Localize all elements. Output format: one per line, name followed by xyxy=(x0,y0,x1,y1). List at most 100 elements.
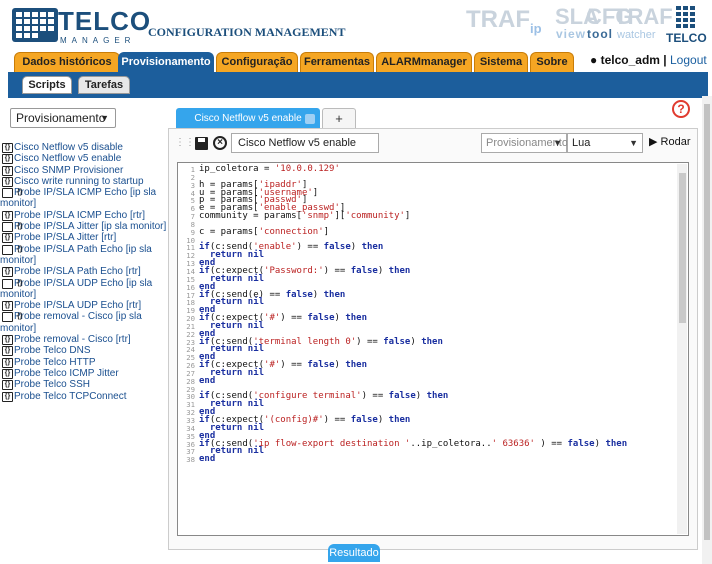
code-line[interactable]: return nil xyxy=(199,368,679,378)
script-list-item[interactable]: {} Probe IP/SLA ICMP Echo [ip sla monitor… xyxy=(0,187,168,210)
code-line[interactable]: return nil xyxy=(199,400,679,409)
script-icon: {} xyxy=(2,312,22,323)
delete-icon[interactable]: × xyxy=(213,136,227,150)
chevron-down-icon: ▼ xyxy=(100,113,109,123)
script-list-item[interactable]: {} Probe IP/SLA UDP Echo [ip sla monitor] xyxy=(0,278,168,301)
brand-trafip[interactable]: TRAFip xyxy=(466,6,542,36)
script-list-item[interactable]: {} Probe IP/SLA UDP Echo [rtr] xyxy=(0,300,168,312)
tab-provisionamento[interactable]: Provisionamento xyxy=(118,52,214,72)
brand-trafip-sub: ip xyxy=(529,20,542,36)
logo-grid-icon xyxy=(12,8,58,42)
script-list-item-label: Cisco SNMP Provisioner xyxy=(14,164,124,176)
logo-subtext: MANAGER xyxy=(60,36,136,45)
tab-scripts[interactable]: Scripts xyxy=(22,76,72,94)
script-icon: {} xyxy=(2,301,13,312)
script-list-item[interactable]: {} Probe IP/SLA ICMP Echo [rtr] xyxy=(0,210,168,221)
help-icon[interactable]: ? xyxy=(672,100,690,118)
result-button[interactable]: Resultado xyxy=(328,544,380,562)
tab-alarmmanager[interactable]: ALARMmanager xyxy=(376,52,472,72)
brand-cfg-sub: tool xyxy=(587,27,613,41)
code-line[interactable]: return nil xyxy=(199,251,679,260)
script-icon: {} xyxy=(2,335,13,346)
script-list-item[interactable]: {} Probe removal - Cisco [rtr] xyxy=(0,334,168,346)
username[interactable]: telco_adm xyxy=(601,53,660,67)
code-line[interactable]: end xyxy=(199,455,679,464)
language-select[interactable]: Lua ▼ xyxy=(567,133,643,153)
script-list-item[interactable]: {} Probe IP/SLA Path Echo [ip sla monitor… xyxy=(0,244,168,267)
code-line[interactable]: c = params['connection'] xyxy=(199,227,679,237)
brand-trafip-main: TRAF xyxy=(466,6,530,33)
logout-link[interactable]: Logout xyxy=(670,53,707,67)
code-line[interactable]: if(c:expect('(config)#') == false) then xyxy=(199,416,679,425)
code-scrollbar-thumb[interactable] xyxy=(679,173,686,323)
category-select[interactable]: Provisionamento ▼ xyxy=(481,133,568,153)
script-list-item-label: Probe Telco DNS xyxy=(14,345,91,357)
code-line[interactable]: if(c:expect('#') == false) then xyxy=(199,314,679,323)
code-line[interactable]: return nil xyxy=(199,345,679,354)
code-line[interactable]: if(c:expect('#') == false) then xyxy=(199,361,679,370)
user-icon: ● xyxy=(590,53,598,67)
code-line[interactable]: if(c:send('enable') == false) then xyxy=(199,243,679,252)
code-line[interactable]: return nil xyxy=(199,321,679,331)
page-scrollbar-thumb[interactable] xyxy=(704,104,710,540)
script-list-item-label: Probe Telco SSH xyxy=(14,379,90,391)
editor-tab-active[interactable]: Cisco Netflow v5 enable xyxy=(176,108,320,128)
code-editor[interactable]: 1 2 3 4 5 6 7 8 9 10 11 12 13 14 15 16 17 18 19 20 21 22 23 24 2… xyxy=(177,162,689,536)
script-list-item[interactable]: {} Cisco Netflow v5 enable xyxy=(0,153,168,165)
add-tab-button[interactable]: + xyxy=(322,108,356,128)
script-icon: {} xyxy=(2,357,13,368)
code-line[interactable]: community = params['snmp']['community'] xyxy=(199,212,679,221)
code-area[interactable]: ip_coletora = '10.0.0.129' h = params['i… xyxy=(199,165,679,464)
code-line[interactable]: return nil xyxy=(199,423,679,433)
code-line[interactable]: if(c:send('configure terminal') == false… xyxy=(199,392,679,401)
script-list-item[interactable]: {} Cisco Netflow v5 disable xyxy=(0,142,168,153)
code-line[interactable]: if(c:send('terminal length 0') == false)… xyxy=(199,337,679,347)
script-list-item[interactable]: {} Probe IP/SLA Jitter [ip sla monitor] xyxy=(0,221,168,233)
close-icon[interactable] xyxy=(305,114,315,124)
script-list-item-label: Probe IP/SLA ICMP Echo [ip sla monitor] xyxy=(0,187,157,210)
run-label: Rodar xyxy=(660,136,691,148)
code-line[interactable]: return nil xyxy=(199,274,679,284)
script-list-item-label: Probe IP/SLA UDP Echo [rtr] xyxy=(14,300,142,312)
script-name-input[interactable]: Cisco Netflow v5 enable xyxy=(231,133,379,153)
run-button[interactable]: ▶ Rodar xyxy=(649,135,691,148)
tab-ferramentas[interactable]: Ferramentas xyxy=(300,52,374,72)
tab-configuracao[interactable]: Configuração xyxy=(216,52,298,72)
drag-handle-icon[interactable]: ⋮⋮ xyxy=(175,137,195,148)
script-icon: {} xyxy=(2,154,13,165)
category-filter-select[interactable]: Provisionamento ▼ xyxy=(10,108,116,128)
script-icon: {} xyxy=(2,346,13,357)
chevron-down-icon: ▼ xyxy=(553,138,562,148)
script-list-item[interactable]: {} Probe Telco DNS xyxy=(0,345,168,357)
script-list-item[interactable]: {} Probe Telco SSH xyxy=(0,379,168,391)
code-line[interactable]: if(c:send(e) == false) then xyxy=(199,290,679,300)
save-icon[interactable] xyxy=(195,137,208,150)
script-icon: {} xyxy=(2,233,13,244)
script-icon: {} xyxy=(2,222,22,233)
code-line[interactable]: return nil xyxy=(199,298,679,307)
code-line[interactable]: if(c:send('ip flow-export destination '.… xyxy=(199,439,679,449)
tab-dados-historicos[interactable]: Dados históricos xyxy=(14,52,120,72)
script-list-item[interactable]: {} Probe removal - Cisco [ip sla monitor] xyxy=(0,311,168,334)
code-line[interactable]: end xyxy=(199,376,679,386)
script-list-item[interactable]: {} Probe Telco ICMP Jitter xyxy=(0,368,168,379)
code-line[interactable]: if(c:expect('Password:') == false) then xyxy=(199,266,679,276)
script-icon: {} xyxy=(2,380,13,391)
code-line[interactable]: ip_coletora = '10.0.0.129' xyxy=(199,165,679,174)
script-list-item[interactable]: {} Cisco write running to startup xyxy=(0,176,168,187)
tab-sobre[interactable]: Sobre xyxy=(530,52,574,72)
code-line[interactable]: return nil xyxy=(199,447,679,456)
script-list-item[interactable]: {} Probe Telco TCPConnect xyxy=(0,391,168,402)
script-list-item[interactable]: {} Probe IP/SLA Jitter [rtr] xyxy=(0,232,168,244)
script-icon: {} xyxy=(2,165,13,176)
app-header: TELCO MANAGER CONFIGURATION MANAGEMENT T… xyxy=(0,0,712,50)
line-number: 38 xyxy=(186,455,195,465)
user-separator: | xyxy=(663,53,667,67)
script-list-item[interactable]: {} Probe Telco HTTP xyxy=(0,357,168,368)
tab-sistema[interactable]: Sistema xyxy=(474,52,528,72)
script-list-item-label: Cisco write running to startup xyxy=(14,175,144,187)
script-list-item[interactable]: {} Cisco SNMP Provisioner xyxy=(0,165,168,176)
tab-tarefas[interactable]: Tarefas xyxy=(78,76,130,94)
script-list-item[interactable]: {} Probe IP/SLA Path Echo [rtr] xyxy=(0,266,168,278)
telco-manager-logo[interactable]: TELCO MANAGER xyxy=(12,6,150,46)
